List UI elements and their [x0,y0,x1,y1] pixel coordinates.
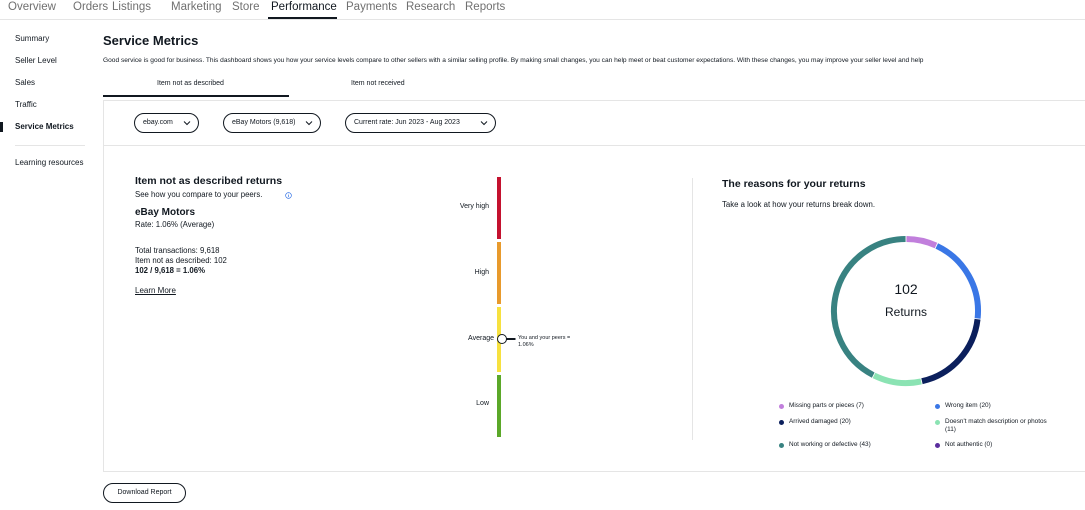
inad-subtitle: See how you compare to your peers. [135,190,263,199]
legend-label: Wrong item (20) [945,402,991,409]
chevron-down-icon [183,121,191,126]
legend-label-line2: (11) [945,426,956,433]
legend-label: Missing parts or pieces (7) [789,402,864,409]
sidebar-item-traffic[interactable]: Traffic [15,100,37,109]
tab-orders[interactable]: Orders [73,1,108,13]
reasons-subtitle: Take a look at how your returns break do… [722,200,875,209]
legend-dot [935,442,940,448]
gauge-segment-very-high [497,177,501,239]
tab-reports[interactable]: Reports [465,1,505,13]
legend-label-line1: Doesn't match description or photos [945,418,1047,425]
category-dropdown[interactable]: eBay Motors (9,618) [223,113,321,133]
inad-title: Item not as described returns [135,175,283,187]
sidebar-divider [15,145,85,146]
gauge-label-average: Average [468,335,494,342]
seller-rate: Rate: 1.06% (Average) [135,220,215,229]
seller-category-name: eBay Motors [135,207,196,218]
panel-divider [692,178,693,440]
subtab-item-not-received[interactable]: Item not received [351,80,405,87]
sidebar-active-marker [0,122,3,132]
tab-marketing[interactable]: Marketing [171,1,222,13]
tab-overview[interactable]: Overview [8,1,56,13]
gauge-label-very-high: Very high [459,203,489,210]
reasons-title: The reasons for your returns [722,178,866,190]
rate-calculation: 102 / 9,618 = 1.06% [135,266,206,275]
subtab-active-indicator [103,95,289,97]
site-dropdown-value: ebay.com [143,119,173,126]
download-report-button[interactable]: Download Report [103,483,186,503]
rate-period-dropdown[interactable]: Current rate: Jun 2023 - Aug 2023 [345,113,496,133]
rate-period-dropdown-value: Current rate: Jun 2023 - Aug 2023 [354,119,460,126]
page-title: Service Metrics [103,33,199,48]
legend-dot [779,403,784,409]
learn-more-link[interactable]: Learn More [135,286,176,295]
tab-listings[interactable]: Listings [112,1,151,13]
legend-label: Doesn't match description or photos (11) [945,418,1047,434]
sidebar-item-summary[interactable]: Summary [15,34,49,43]
gauge-marker-icon [497,334,516,344]
legend-label: Not authentic (0) [945,441,993,448]
gauge-label-high: High [474,269,489,276]
info-icon[interactable] [285,192,292,199]
gauge-segment-high [497,242,501,304]
tab-research[interactable]: Research [406,1,455,13]
legend-dot [779,442,784,448]
inad-count: Item not as described: 102 [135,256,227,265]
site-dropdown[interactable]: ebay.com [134,113,199,133]
tab-performance[interactable]: Performance [271,1,337,13]
legend-dot [935,403,940,409]
legend-label: Not working or defective (43) [789,441,871,448]
legend-label: Arrived damaged (20) [789,418,851,425]
donut-total: 102 [894,281,918,297]
subtab-item-not-as-described[interactable]: Item not as described [157,80,224,87]
sidebar-item-service-metrics[interactable]: Service Metrics [15,122,74,131]
intro-text: Good service is good for business. This … [103,57,924,64]
tab-payments[interactable]: Payments [346,1,397,13]
active-tab-indicator [268,17,337,19]
gauge-segment-low [497,375,501,437]
donut-slice-doesnt-match [872,372,922,386]
legend-dot [779,419,784,425]
sidebar-item-sales[interactable]: Sales [15,78,35,87]
peer-marker-text: You and your peers = [518,335,571,341]
peer-marker-value: 1.06% [518,342,534,348]
legend-dot [935,419,940,425]
category-dropdown-value: eBay Motors (9,618) [232,119,296,126]
sidebar-item-seller-level[interactable]: Seller Level [15,56,57,65]
total-transactions: Total transactions: 9,618 [135,246,220,255]
chevron-down-icon [480,121,488,126]
donut-total-label: Returns [884,305,928,319]
donut-slice-arrived-damaged [921,318,981,385]
chevron-down-icon [305,121,313,126]
gauge-label-low: Low [476,400,489,407]
sidebar-item-learning-resources[interactable]: Learning resources [15,158,83,167]
top-nav: Overview Orders Listings Marketing Store… [0,0,1085,20]
peer-marker-label: You and your peers = 1.06% [518,335,570,349]
donut-slice-missing-parts [906,236,938,249]
tab-store[interactable]: Store [232,1,260,13]
